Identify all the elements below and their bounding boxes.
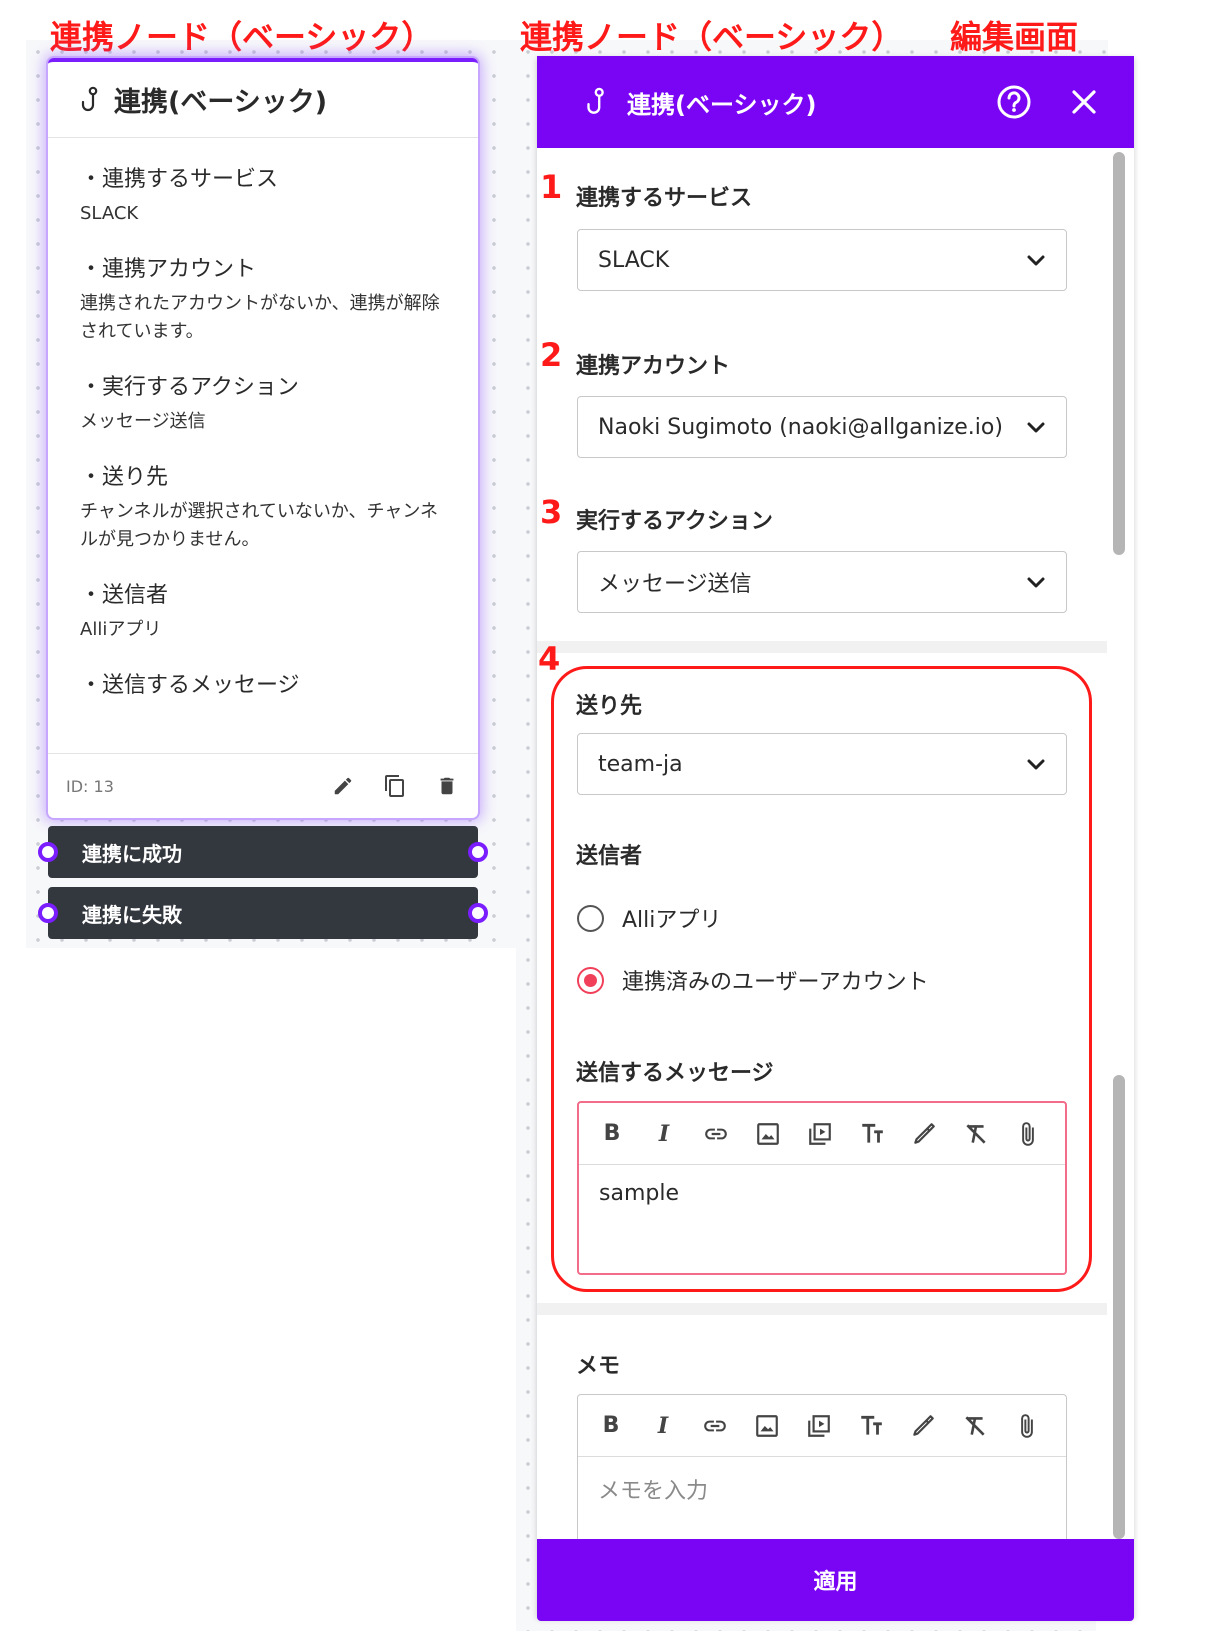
annotation-number-4: 4	[538, 640, 561, 678]
scrollbar-thumb-lower[interactable]	[1113, 1075, 1125, 1539]
node-body: ・連携するサービス SLACK ・連携アカウント 連携されたアカウントがないか、…	[48, 138, 478, 702]
node-field-message: ・送信するメッセージ	[80, 670, 446, 702]
italic-icon[interactable]: I	[648, 1411, 678, 1441]
annotation-highlight-box	[551, 666, 1092, 1292]
chevron-down-icon	[1027, 577, 1045, 588]
node-field-label: ・送信者	[80, 583, 169, 608]
panel-title: 連携(ベーシック)	[627, 90, 817, 119]
account-label: 連携アカウント	[576, 354, 731, 379]
node-field-value: SLACK	[80, 203, 139, 224]
node-field-destination: ・送り先 チャンネルが選択されていないか、チャンネルが見つかりません。	[80, 462, 446, 554]
node-header: 連携(ベーシック)	[48, 62, 478, 138]
copy-icon[interactable]	[382, 773, 408, 799]
node-footer: ID: 13	[48, 753, 478, 818]
text-size-icon[interactable]	[856, 1411, 886, 1441]
help-icon[interactable]	[994, 82, 1034, 122]
node-field-action: ・実行するアクション メッセージ送信	[80, 372, 446, 436]
memo-label: メモ	[576, 1354, 621, 1379]
trash-icon[interactable]	[434, 773, 460, 799]
section-divider	[537, 1303, 1107, 1315]
node-title: 連携(ベーシック)	[114, 87, 328, 118]
output-port[interactable]	[468, 842, 488, 862]
service-label: 連携するサービス	[576, 186, 753, 211]
node-field-value: Alliアプリ	[80, 619, 162, 640]
apply-button[interactable]: 適用	[537, 1539, 1134, 1621]
service-select[interactable]: SLACK	[577, 229, 1067, 291]
node-field-account: ・連携アカウント 連携されたアカウントがないか、連携が解除されています。	[80, 254, 446, 346]
left-heading: 連携ノード（ベーシック）	[50, 18, 434, 56]
action-select[interactable]: メッセージ送信	[577, 551, 1067, 613]
action-label: 実行するアクション	[576, 509, 773, 534]
hook-icon	[81, 86, 98, 111]
node-id: ID: 13	[66, 776, 114, 796]
chevron-down-icon	[1027, 255, 1045, 266]
integration-node-card[interactable]: 連携(ベーシック) ・連携するサービス SLACK ・連携アカウント 連携された…	[48, 58, 478, 818]
outlet-failure[interactable]: 連携に失敗	[38, 887, 488, 939]
outlet-success[interactable]: 連携に成功	[38, 826, 488, 878]
image-icon[interactable]	[752, 1411, 782, 1441]
chevron-down-icon	[1027, 422, 1045, 433]
annotation-number-3: 3	[540, 493, 563, 531]
output-port[interactable]	[468, 903, 488, 923]
node-field-label: ・連携アカウント	[80, 257, 257, 282]
annotation-number-1: 1	[540, 168, 563, 206]
scrollbar-thumb[interactable]	[1113, 152, 1125, 555]
panel-header: 連携(ベーシック)	[537, 56, 1134, 148]
action-select-value: メッセージ送信	[598, 572, 752, 597]
node-field-value: メッセージ送信	[80, 411, 206, 432]
memo-placeholder[interactable]: メモを入力	[578, 1457, 1066, 1521]
attach-icon[interactable]	[1012, 1411, 1042, 1441]
annotation-number-2: 2	[540, 336, 563, 374]
pencil-icon[interactable]	[330, 773, 356, 799]
node-field-service: ・連携するサービス SLACK	[80, 164, 446, 228]
color-picker-icon[interactable]	[908, 1411, 938, 1441]
memo-editor[interactable]: B I メモを入力	[577, 1394, 1067, 1539]
memo-toolbar: B I	[578, 1395, 1066, 1457]
node-field-label: ・連携するサービス	[80, 167, 279, 192]
service-select-value: SLACK	[598, 247, 670, 273]
node-field-value: 連携されたアカウントがないか、連携が解除されています。	[80, 293, 440, 342]
clear-format-icon[interactable]	[960, 1411, 990, 1441]
close-icon[interactable]	[1064, 82, 1104, 122]
hook-icon	[587, 87, 604, 114]
section-divider	[537, 641, 1107, 653]
node-field-label: ・送信するメッセージ	[80, 673, 300, 698]
node-field-sender: ・送信者 Alliアプリ	[80, 580, 446, 644]
right-heading-suffix: 編集画面	[950, 18, 1079, 56]
node-field-value: チャンネルが選択されていないか、チャンネルが見つかりません。	[80, 501, 439, 550]
input-port[interactable]	[38, 903, 58, 923]
input-port[interactable]	[38, 842, 58, 862]
node-field-label: ・送り先	[80, 465, 169, 490]
account-select-value: Naoki Sugimoto (naoki@allganize.io)	[598, 414, 1003, 440]
outlet-label: 連携に失敗	[82, 902, 182, 927]
outlet-label: 連携に成功	[82, 841, 182, 866]
link-icon[interactable]	[700, 1411, 730, 1441]
node-field-label: ・実行するアクション	[80, 375, 299, 400]
bold-icon[interactable]: B	[596, 1411, 626, 1441]
video-icon[interactable]	[804, 1411, 834, 1441]
account-select[interactable]: Naoki Sugimoto (naoki@allganize.io)	[577, 396, 1067, 458]
right-heading: 連携ノード（ベーシック）	[520, 18, 904, 56]
